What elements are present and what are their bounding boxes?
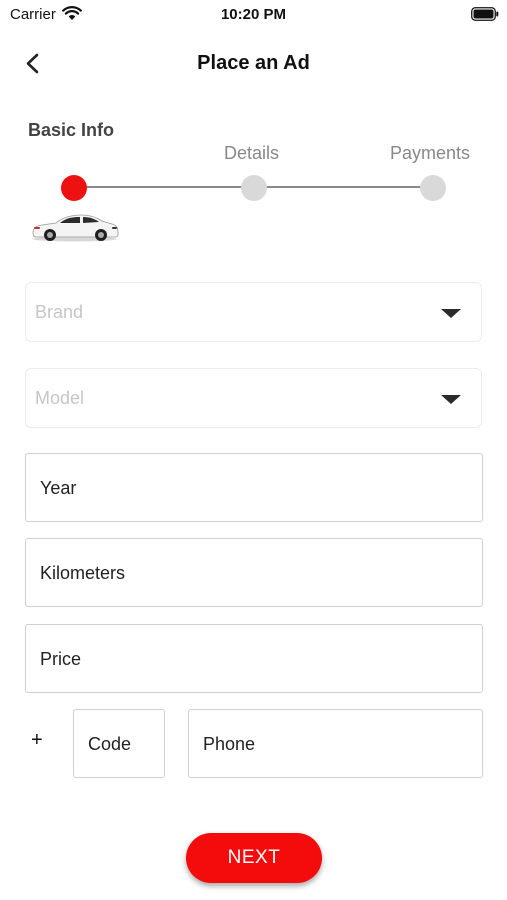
- status-bar: Carrier 10:20 PM: [0, 0, 507, 30]
- year-field[interactable]: Year: [25, 453, 483, 522]
- phone-placeholder: Phone: [203, 734, 256, 754]
- caret-down-icon: [441, 309, 461, 318]
- step-dot-details[interactable]: [241, 175, 267, 201]
- brand-select[interactable]: Brand: [25, 282, 482, 342]
- step-dot-basic-info[interactable]: [61, 175, 87, 201]
- model-select[interactable]: Model: [25, 368, 482, 428]
- country-code-field[interactable]: Code: [73, 709, 165, 778]
- step-connector-2: [254, 186, 433, 188]
- battery-icon: [471, 7, 499, 21]
- caret-down-icon: [441, 395, 461, 404]
- next-button[interactable]: NEXT: [186, 833, 322, 883]
- step-label-basic-info: Basic Info: [28, 120, 115, 140]
- price-field[interactable]: Price: [25, 624, 483, 693]
- model-placeholder: Model: [35, 388, 85, 408]
- step-label-payments: Payments: [390, 143, 471, 163]
- step-label-details: Details: [224, 143, 280, 163]
- code-placeholder: Code: [88, 734, 132, 754]
- page-title: Place an Ad: [197, 52, 310, 74]
- step-dot-payments[interactable]: [420, 175, 446, 201]
- phone-field[interactable]: Phone: [188, 709, 483, 778]
- step-connector-1: [74, 186, 254, 188]
- place-ad-screen: Carrier 10:20 PM Place an Ad Basic Info …: [0, 0, 507, 900]
- kilometers-placeholder: Kilometers: [40, 563, 126, 583]
- year-placeholder: Year: [40, 478, 77, 498]
- car-icon: [32, 214, 119, 242]
- phone-prefix-plus: +: [31, 729, 43, 751]
- kilometers-field[interactable]: Kilometers: [25, 538, 483, 607]
- status-time: 10:20 PM: [220, 6, 287, 23]
- price-placeholder: Price: [40, 649, 82, 669]
- brand-placeholder: Brand: [35, 302, 84, 322]
